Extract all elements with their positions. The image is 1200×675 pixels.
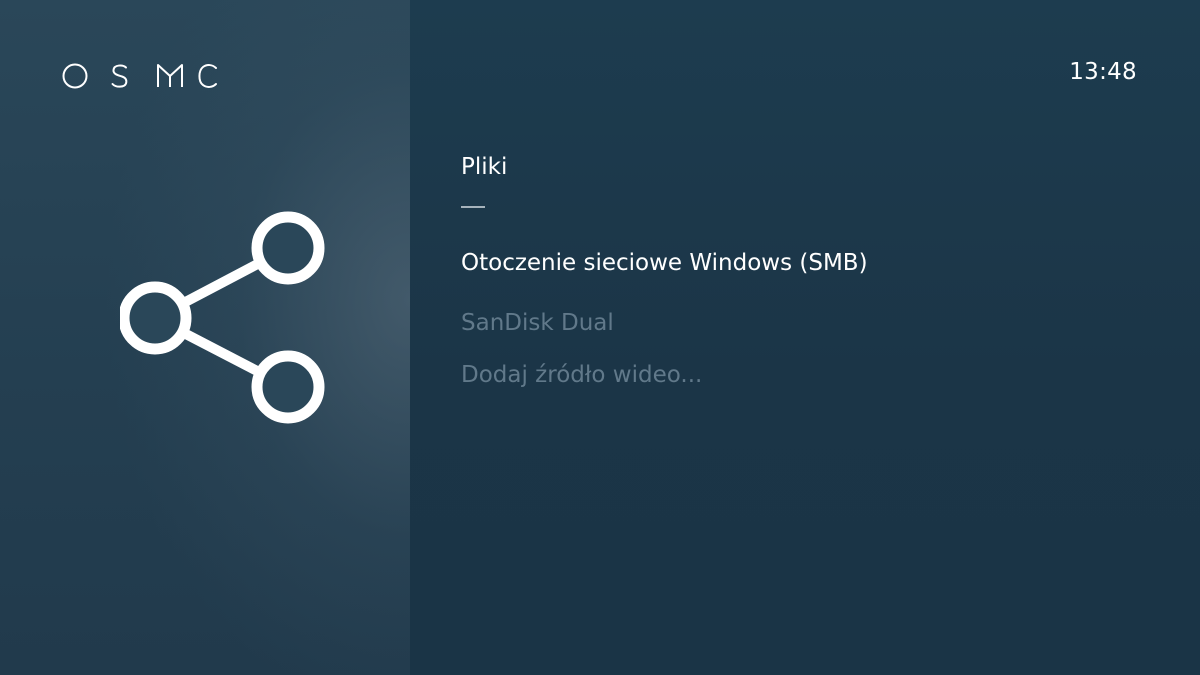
list-item-add-video-source[interactable]: Dodaj źródło wideo... [461,358,1141,392]
section-title: Pliki [461,154,508,180]
left-info-panel [0,0,410,675]
source-menu: Pliki Otoczenie sieciowe Windows (SMB) S… [461,150,1141,410]
list-item-smb[interactable]: Otoczenie sieciowe Windows (SMB) [461,246,1141,280]
osmc-logo-mark [62,63,217,89]
share-icon [120,211,325,424]
section-divider [461,206,485,208]
osmc-logo [62,62,222,90]
osmc-file-browser-screen: 13:48 Pliki Otoczenie sieciowe Windows (… [0,0,1200,675]
source-list: Otoczenie sieciowe Windows (SMB) SanDisk… [461,246,1141,392]
clock: 13:48 [1069,59,1137,85]
list-item-sandisk-dual[interactable]: SanDisk Dual [461,306,1141,340]
